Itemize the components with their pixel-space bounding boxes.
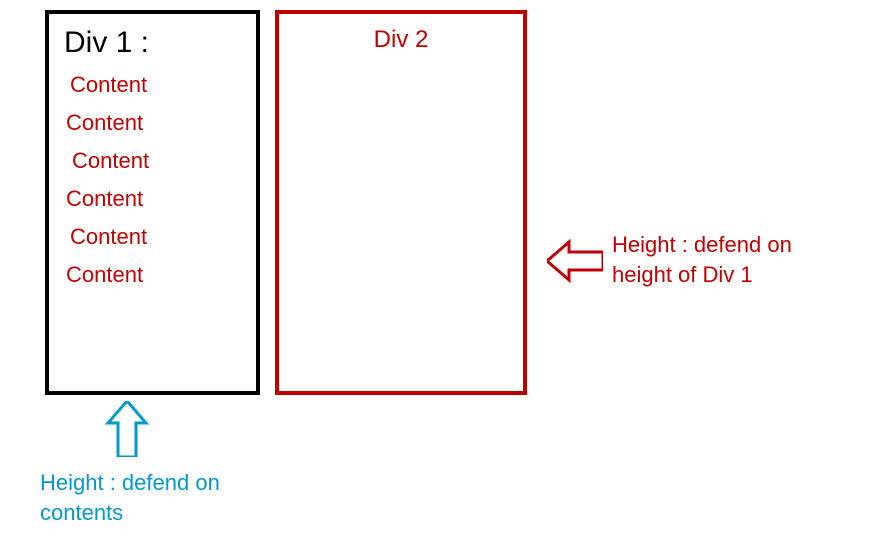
content-item: Content — [64, 224, 241, 250]
annotation-bottom-line1: Height : defend on — [40, 468, 220, 498]
content-item: Content — [64, 262, 241, 288]
content-item: Content — [64, 110, 241, 136]
arrow-up-icon — [100, 401, 154, 457]
div-2-box: Div 2 — [275, 10, 527, 395]
div-1-title: Div 1 : — [64, 26, 241, 60]
annotation-bottom-line2: contents — [40, 498, 220, 528]
div-1-box: Div 1 : Content Content Content Content … — [45, 10, 260, 395]
content-item: Content — [64, 186, 241, 212]
content-item: Content — [64, 72, 241, 98]
arrow-left-icon — [547, 234, 603, 288]
annotation-right-line1: Height : defend on — [612, 230, 792, 260]
annotation-right-line2: height of Div 1 — [612, 260, 792, 290]
div-2-title: Div 2 — [294, 26, 508, 54]
annotation-right: Height : defend on height of Div 1 — [612, 230, 792, 289]
content-item: Content — [64, 148, 241, 174]
annotation-bottom: Height : defend on contents — [40, 468, 220, 527]
